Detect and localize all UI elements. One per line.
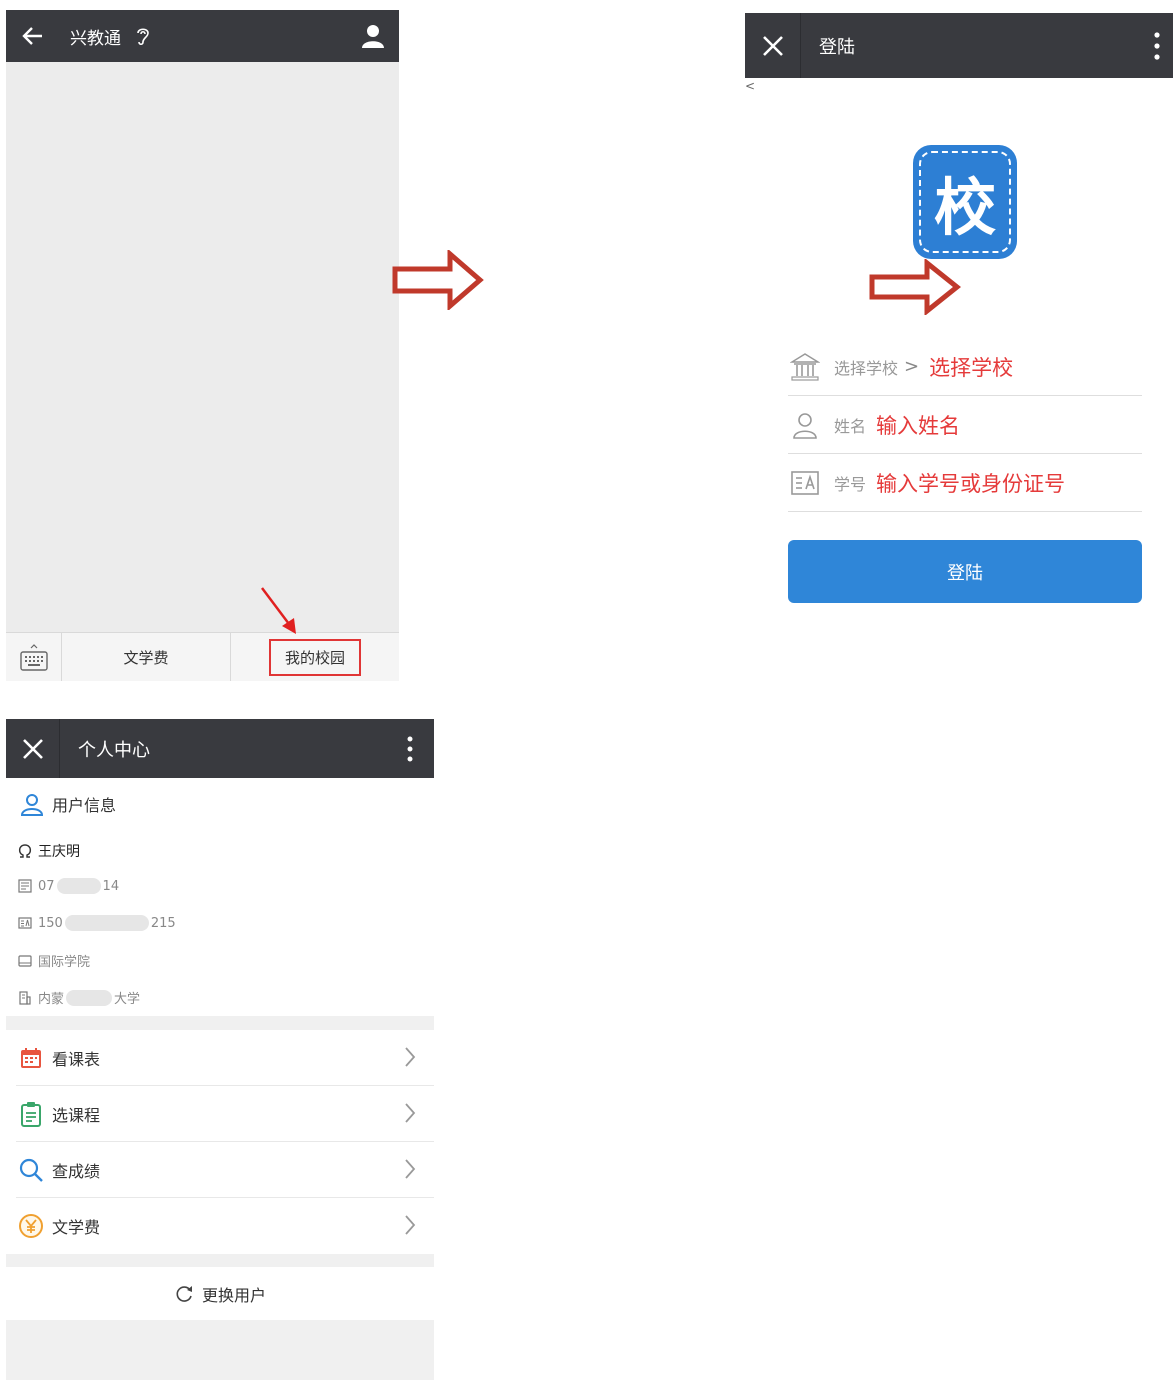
building-icon (19, 990, 31, 1005)
document-icon (18, 879, 32, 893)
chevron-right-icon (405, 1215, 416, 1235)
chevron-right-icon (405, 1103, 416, 1123)
school-building-icon (788, 352, 822, 382)
student-id-input[interactable]: 输入学号或身份证号 (876, 468, 1065, 498)
menu-item-label: 文学费 (123, 648, 169, 667)
redacted-blur (66, 989, 113, 1006)
redacted-blur (64, 915, 149, 931)
corner-glyph: < (745, 79, 756, 93)
page-title: 个人中心 (78, 739, 150, 761)
user-info-card: 用户信息 王庆明 07 14 150 215 国际学院 内蒙 大学 (6, 778, 434, 1016)
red-pointer-arrow (261, 587, 296, 634)
user-icon (20, 794, 44, 816)
close-button[interactable] (6, 719, 60, 778)
chevron-right-icon: > (904, 356, 920, 377)
keyboard-icon (19, 643, 48, 671)
person-icon (788, 410, 822, 440)
close-button[interactable] (745, 13, 801, 78)
personal-center-screen: 个人中心 用户信息 王庆明 07 14 150 215 国际学院 内蒙 大学 看… (6, 719, 434, 1380)
menu-item-label: 文学费 (52, 1218, 101, 1237)
title-bar: 个人中心 (6, 719, 434, 778)
switch-user-label: 更换用户 (201, 1285, 266, 1305)
login-screen: 登陆 < 校 选择学校 > 选择学校 姓名 输入姓名 学号 输入学号或身份证号 … (745, 13, 1173, 623)
phone-suffix: 14 (102, 878, 120, 894)
menu-item-label: 看课表 (52, 1049, 101, 1069)
redacted-blur (56, 878, 101, 894)
id-card-icon (18, 917, 32, 929)
user-college-row: 国际学院 (18, 951, 90, 970)
omega-icon (18, 844, 32, 858)
menu-item-tuition[interactable]: 文学费 (16, 1198, 434, 1254)
user-info-title: 用户信息 (52, 796, 117, 815)
chevron-right-icon (405, 1159, 416, 1179)
menu-item-my-campus[interactable]: 我的校园 (230, 633, 399, 681)
function-menu: 看课表 选课程 查成绩 文学费 (6, 1030, 434, 1254)
account-menu-bar: 文学费 我的校园 (6, 632, 399, 681)
college: 国际学院 (38, 955, 91, 970)
school-value: 选择学校 (929, 355, 1014, 380)
menu-item-grades[interactable]: 查成绩 (16, 1142, 434, 1198)
switch-user-button[interactable]: 更换用户 (6, 1267, 434, 1320)
school-label: 选择学校 (834, 358, 899, 378)
close-icon (762, 35, 783, 56)
calendar-icon (16, 1046, 46, 1070)
title-bar: 登陆 (745, 13, 1173, 78)
user-id-row: 150 215 (18, 915, 176, 931)
refresh-icon (176, 1285, 192, 1302)
yuan-coin-icon (16, 1213, 46, 1239)
student-id-row[interactable]: 学号 输入学号或身份证号 (788, 454, 1142, 512)
back-button[interactable] (6, 10, 60, 62)
id-card-icon (788, 468, 822, 498)
back-arrow-icon (22, 27, 42, 45)
book-icon (18, 954, 32, 967)
name-field-row[interactable]: 姓名 输入姓名 (788, 396, 1142, 454)
flow-arrow-right-icon (392, 250, 484, 310)
user-university-row: 内蒙 大学 (18, 988, 140, 1007)
menu-item-tuition[interactable]: 文学费 (62, 633, 230, 681)
user-name: 王庆明 (38, 844, 80, 860)
user-name-row: 王庆明 (18, 841, 80, 861)
close-icon (22, 738, 43, 759)
clipboard-icon (16, 1101, 46, 1127)
menu-item-timetable[interactable]: 看课表 (16, 1030, 434, 1086)
menu-item-label: 选课程 (52, 1105, 101, 1125)
keyboard-toggle[interactable] (6, 633, 62, 681)
search-icon (16, 1157, 46, 1183)
more-options-icon[interactable] (406, 735, 414, 767)
ear-icon[interactable] (135, 25, 151, 47)
account-title: 兴教通 (70, 28, 121, 49)
name-label: 姓名 (834, 416, 867, 436)
university-prefix: 内蒙 (38, 992, 65, 1007)
id-prefix: 150 (38, 915, 63, 931)
flow-arrow-right-icon (869, 259, 961, 315)
university-suffix: 大学 (114, 992, 141, 1007)
id-suffix: 215 (150, 915, 176, 931)
menu-item-label: 查成绩 (52, 1161, 101, 1181)
name-input[interactable]: 输入姓名 (876, 410, 960, 440)
page-title: 登陆 (819, 36, 855, 58)
wechat-account-screen: 兴教通 文学费 我的校园 (6, 10, 399, 681)
menu-item-course-selection[interactable]: 选课程 (16, 1086, 434, 1142)
logo-char: 校 (933, 171, 996, 244)
user-phone-row: 07 14 (18, 878, 119, 894)
user-info-header: 用户信息 (20, 792, 116, 816)
school-logo: 校 (913, 145, 1017, 259)
menu-item-label: 我的校园 (268, 638, 361, 676)
chevron-right-icon (405, 1047, 416, 1067)
login-button[interactable]: 登陆 (788, 540, 1142, 603)
title-bar: 兴教通 (6, 10, 399, 62)
student-id-label: 学号 (834, 474, 867, 494)
more-options-icon[interactable] (1153, 31, 1161, 65)
user-profile-icon[interactable] (359, 22, 387, 50)
phone-prefix: 07 (38, 878, 55, 894)
school-select-row[interactable]: 选择学校 > 选择学校 (788, 338, 1142, 396)
